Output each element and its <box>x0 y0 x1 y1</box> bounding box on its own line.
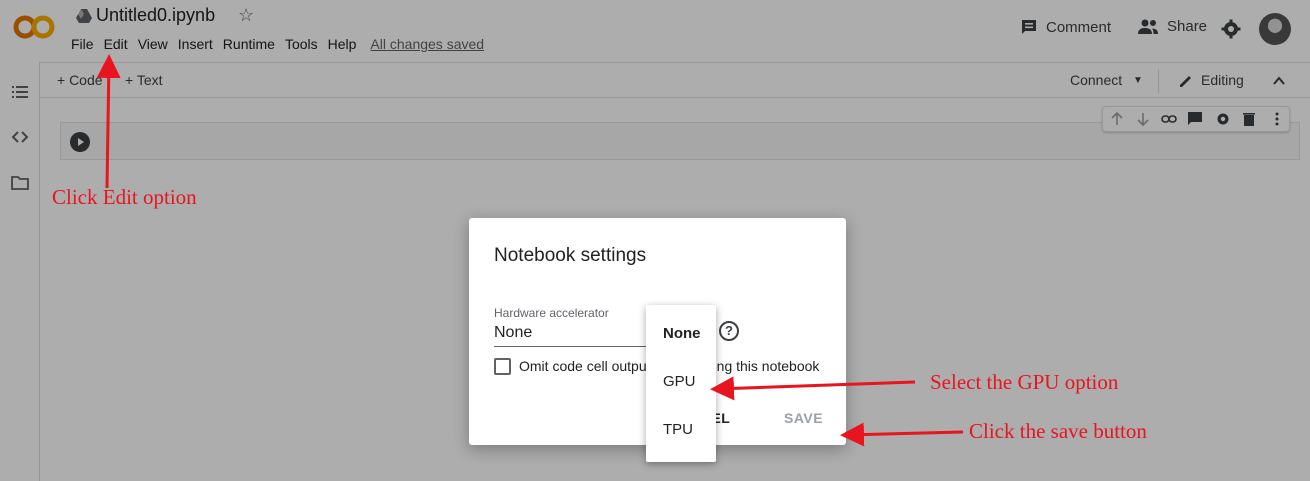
save-button[interactable]: SAVE <box>784 410 823 426</box>
annotation-gpu: Select the GPU option <box>930 370 1119 394</box>
hardware-accelerator-select[interactable]: None <box>494 324 654 347</box>
accelerator-dropdown: None GPU TPU <box>646 305 716 462</box>
annotation-edit: Click Edit option <box>52 185 197 209</box>
hardware-accelerator-label: Hardware accelerator <box>494 306 609 320</box>
omit-output-checkbox[interactable] <box>494 358 511 375</box>
option-gpu[interactable]: GPU <box>663 373 696 390</box>
annotation-save: Click the save button <box>969 419 1147 443</box>
help-icon[interactable]: ? <box>719 321 739 341</box>
option-none[interactable]: None <box>663 325 701 342</box>
dialog-title: Notebook settings <box>494 245 647 266</box>
option-tpu[interactable]: TPU <box>663 421 693 438</box>
